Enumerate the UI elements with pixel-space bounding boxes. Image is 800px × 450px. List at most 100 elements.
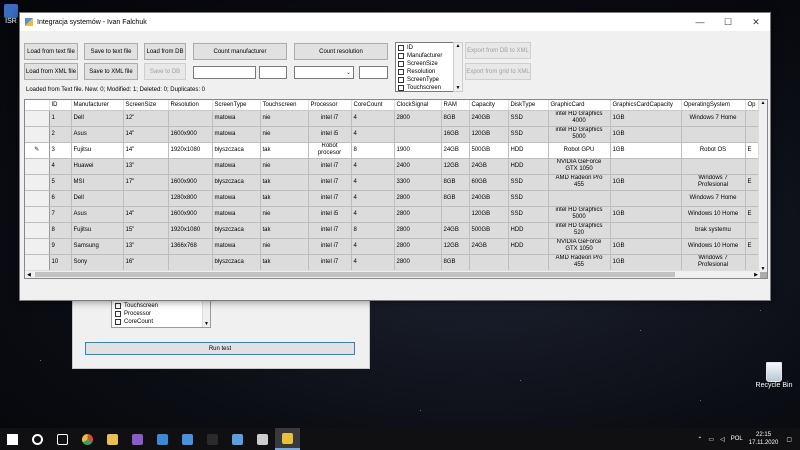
table-cell[interactable]: HDD [508, 238, 549, 255]
run-test-button[interactable]: Run test [85, 342, 355, 355]
table-cell[interactable] [548, 190, 611, 207]
table-cell[interactable]: 4 [49, 158, 72, 175]
table-cell[interactable]: 2800 [394, 190, 442, 207]
table-cell[interactable]: 24GB [469, 158, 509, 175]
table-cell[interactable] [168, 254, 213, 271]
table-cell[interactable]: 24GB [441, 142, 470, 159]
table-cell[interactable]: intel i7 [308, 238, 352, 255]
table-cell[interactable]: 4 [351, 174, 395, 191]
chevron-up-icon[interactable]: ⌃ [697, 436, 702, 443]
table-cell[interactable]: 1GB [610, 174, 682, 191]
column-header[interactable]: Manufacturer [71, 100, 124, 111]
checkbox[interactable] [398, 85, 404, 91]
table-cell[interactable]: 1920x1080 [168, 142, 213, 159]
list-item[interactable]: Touchscreen [115, 302, 207, 310]
load-xml-file-button[interactable]: Load from XML file [24, 63, 78, 80]
table-cell[interactable]: 1GB [610, 206, 682, 223]
table-cell[interactable]: intel i7 [308, 190, 352, 207]
table-cell[interactable]: 1600x900 [168, 206, 213, 223]
list-scrollbar[interactable]: ▼ [202, 301, 210, 327]
table-cell[interactable]: nie [260, 206, 309, 223]
table-cell[interactable]: 4 [351, 190, 395, 207]
table-cell[interactable]: 12" [123, 110, 169, 127]
desktop-icon-isr[interactable]: ISR [4, 4, 18, 25]
chevron-left-icon[interactable]: ◀ [27, 272, 31, 278]
data-grid[interactable]: ID Manufacturer ScreenSize Resolution Sc… [24, 99, 768, 279]
row-header-corner[interactable] [25, 100, 50, 111]
list-item[interactable]: Manufacturer [398, 52, 460, 60]
table-cell[interactable] [610, 190, 682, 207]
count-resolution-button[interactable]: Count resolution [294, 43, 388, 60]
scrollbar-thumb[interactable] [35, 272, 675, 277]
table-cell[interactable]: 24GB [441, 222, 470, 239]
table-cell[interactable]: 4 [351, 158, 395, 175]
table-cell[interactable]: nie [260, 126, 309, 143]
table-cell[interactable]: intel i5 [308, 126, 352, 143]
settings-taskbar-button[interactable] [250, 428, 275, 450]
table-cell[interactable]: SSD [508, 174, 549, 191]
notification-icon[interactable]: ▢ [786, 436, 792, 443]
table-cell[interactable]: 3 [49, 142, 72, 159]
table-cell[interactable]: SSD [508, 190, 549, 207]
table-cell[interactable]: matowa [212, 206, 261, 223]
table-row[interactable]: 2 Asus 14" 1600x900 matowa nie intel i5 4 16GB 12… [25, 126, 766, 143]
table-cell[interactable]: NVIDIA GeForce GTX 1050 [548, 238, 611, 255]
table-cell[interactable]: 8GB [441, 110, 470, 127]
table-cell[interactable] [441, 206, 470, 223]
table-cell[interactable]: 1GB [610, 238, 682, 255]
table-cell[interactable]: Robot procesor [308, 142, 352, 159]
resolution-select[interactable]: ⌄ [294, 66, 354, 79]
table-cell[interactable]: 2800 [394, 238, 442, 255]
network-icon[interactable]: ▭ [708, 436, 714, 443]
column-header[interactable]: DiskType [508, 100, 549, 111]
table-cell[interactable] [508, 254, 549, 271]
table-cell[interactable]: intel HD Graphics 5000 [548, 126, 611, 143]
table-cell[interactable]: NVIDIA GeForce GTX 1050 [548, 158, 611, 175]
table-cell[interactable]: 4 [351, 110, 395, 127]
count-manufacturer-button[interactable]: Count manufacturer [193, 43, 287, 60]
column-header[interactable]: CoreCount [351, 100, 395, 111]
table-cell[interactable]: matowa [212, 190, 261, 207]
table-cell[interactable]: Windows 10 Home [681, 238, 746, 255]
save-db-button[interactable]: Save to DB [144, 63, 186, 80]
table-cell[interactable]: 15" [123, 222, 169, 239]
table-cell[interactable]: Asus [71, 126, 124, 143]
app-window-taskbar-button[interactable] [275, 428, 300, 450]
chevron-right-icon[interactable]: ▶ [754, 272, 758, 278]
save-text-file-button[interactable]: Save to text file [84, 43, 138, 60]
maximize-button[interactable]: ☐ [714, 13, 742, 31]
table-cell[interactable]: Robot GPU [548, 142, 611, 159]
column-header[interactable]: ID [49, 100, 72, 111]
test-column-list[interactable]: Touchscreen Processor CoreCount ▼ [111, 300, 211, 328]
table-cell[interactable]: 240GB [469, 110, 509, 127]
table-cell[interactable]: intel HD Graphics 520 [548, 222, 611, 239]
vertical-scrollbar[interactable]: ▲ ▼ [758, 100, 767, 272]
table-row[interactable]: 7 Asus 14" 1600x900 matowa nie intel i5 4 2800 12… [25, 206, 766, 223]
load-text-file-button[interactable]: Load from text file [24, 43, 78, 60]
notepad-taskbar-button[interactable] [225, 428, 250, 450]
table-cell[interactable]: blyszczaca [212, 222, 261, 239]
table-cell[interactable] [610, 222, 682, 239]
table-cell[interactable]: 12GB [441, 238, 470, 255]
table-cell[interactable]: intel i7 [308, 254, 352, 271]
table-cell[interactable]: Dell [71, 110, 124, 127]
list-scrollbar[interactable]: ▲ ▼ [453, 42, 463, 92]
table-cell[interactable]: 7 [49, 206, 72, 223]
table-cell[interactable]: 2800 [394, 110, 442, 127]
load-db-button[interactable]: Load from DB [144, 43, 186, 60]
search-taskbar-button[interactable] [25, 428, 50, 450]
table-cell[interactable] [168, 158, 213, 175]
table-row[interactable]: 10 Sony 16" blyszczaca tak intel i7 4 2800 8GB AM… [25, 254, 766, 271]
export-db-xml-button[interactable]: Export from DB to XML [465, 42, 531, 59]
table-cell[interactable]: blyszczaca [212, 254, 261, 271]
table-cell[interactable]: matowa [212, 126, 261, 143]
table-cell[interactable]: 60GB [469, 174, 509, 191]
chevron-down-icon[interactable]: ▼ [456, 85, 461, 91]
table-cell[interactable]: 1600x900 [168, 126, 213, 143]
checkbox[interactable] [115, 311, 121, 317]
language-indicator[interactable]: POL [731, 436, 743, 442]
checkbox[interactable] [115, 303, 121, 309]
close-button[interactable]: ✕ [742, 13, 770, 31]
table-cell[interactable]: matowa [212, 238, 261, 255]
table-cell[interactable]: 13" [123, 238, 169, 255]
